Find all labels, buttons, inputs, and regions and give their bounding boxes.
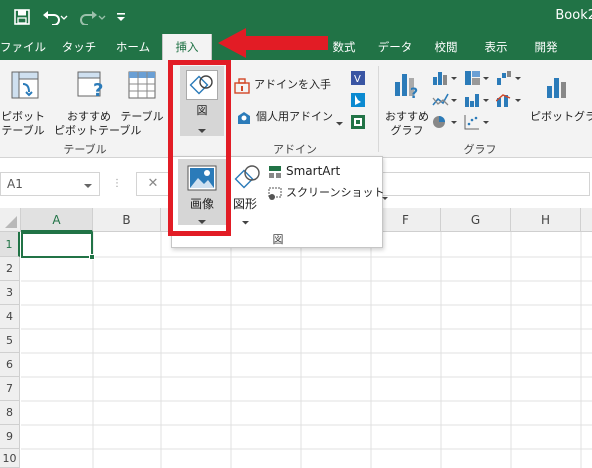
cancel-button[interactable]: ✕: [136, 172, 170, 196]
waterfall-chart-icon[interactable]: [496, 70, 522, 89]
tab-file[interactable]: ファイル: [0, 34, 46, 60]
visio-icon[interactable]: V: [350, 70, 366, 89]
svg-text:?: ?: [410, 86, 418, 100]
smartart-label: SmartArt: [286, 164, 341, 178]
highlight-box: [168, 60, 231, 236]
column-header-h[interactable]: H: [511, 208, 581, 232]
row-header-8[interactable]: 8: [0, 401, 20, 425]
recommended-charts-label: おすすめ グラフ: [385, 110, 429, 137]
row-header-4[interactable]: 4: [0, 305, 20, 329]
my-addins-button[interactable]: 個人用アドイン: [234, 108, 346, 128]
save-icon[interactable]: [12, 7, 32, 27]
smartart-button[interactable]: SmartArt: [268, 163, 378, 181]
cell-gridlines: [21, 232, 592, 468]
shapes-icon: [234, 165, 260, 189]
excel-window: Book2 ファイル タッチ ホーム 挿入 数式 データ 校閲 表示 開発 ピボ…: [0, 0, 592, 468]
row-header-9[interactable]: 9: [0, 425, 20, 449]
tab-formulas[interactable]: 数式: [324, 34, 364, 60]
chevron-down-icon: [336, 116, 343, 129]
red-arrow-icon: [218, 28, 328, 58]
pivot-table-button[interactable]: ピボット テーブル: [1, 66, 45, 138]
row-header-2[interactable]: 2: [0, 257, 20, 281]
tab-insert[interactable]: 挿入: [162, 34, 212, 60]
pivot-chart-label: ピボットグラフ: [530, 110, 592, 123]
column-chart-icon[interactable]: [432, 70, 458, 89]
people-graph-icon[interactable]: [350, 114, 366, 133]
fill-handle[interactable]: [89, 254, 95, 260]
pivot-table-icon: [11, 71, 39, 99]
svg-text:?: ?: [93, 80, 103, 100]
active-cell-a1[interactable]: [21, 232, 93, 258]
recommended-chart-icon: ?: [395, 74, 418, 100]
combo-chart-icon[interactable]: [495, 92, 522, 111]
scatter-chart-icon[interactable]: [464, 114, 490, 133]
row-header-6[interactable]: 6: [0, 353, 20, 377]
splitter-handle[interactable]: ⋮: [112, 174, 122, 194]
chevron-down-icon: [382, 191, 388, 204]
group-divider: [378, 66, 379, 152]
pivot-chart-icon: [547, 78, 566, 98]
select-all-corner[interactable]: [0, 208, 21, 232]
shapes-label: 図形: [232, 197, 257, 211]
row-header-10[interactable]: 10: [0, 449, 20, 468]
column-header-a[interactable]: A: [21, 208, 93, 232]
redo-icon[interactable]: [78, 7, 108, 27]
pivot-table-label: ピボット テーブル: [1, 110, 45, 137]
column-header-overflow: [581, 208, 592, 232]
bing-maps-icon[interactable]: [350, 92, 366, 111]
chevron-down-icon: [242, 215, 249, 228]
statistic-chart-icon[interactable]: [464, 92, 490, 111]
recommended-pivot-button[interactable]: ? おすすめ ピボットテーブル: [54, 66, 141, 138]
smartart-icon: [269, 166, 281, 178]
table-icon: [128, 71, 156, 99]
table-group-label: テーブル: [63, 143, 107, 156]
row-header-3[interactable]: 3: [0, 281, 20, 305]
row-header-5[interactable]: 5: [0, 329, 20, 353]
tab-home[interactable]: ホーム: [110, 34, 156, 60]
store-icon: [234, 78, 250, 94]
column-header-b[interactable]: B: [93, 208, 161, 232]
table-button[interactable]: テーブル: [120, 66, 164, 138]
tab-touch[interactable]: タッチ: [56, 34, 102, 60]
pivot-chart-button[interactable]: ピボットグラフ: [530, 66, 592, 138]
screenshot-icon: [268, 187, 282, 200]
get-addins-label: アドインを入手: [254, 78, 331, 91]
screenshot-label: スクリーンショット: [286, 186, 385, 199]
column-header-g[interactable]: G: [441, 208, 511, 232]
ribbon-insert: ピボット テーブル ? おすすめ ピボットテーブル テーブル テーブル 図 アド…: [0, 60, 592, 158]
row-header-1[interactable]: 1: [0, 232, 20, 257]
addins-group-label: アドイン: [273, 143, 317, 156]
my-addins-icon: [238, 112, 250, 124]
customize-icon[interactable]: [114, 7, 128, 27]
svg-text:V: V: [354, 74, 361, 85]
shapes-button[interactable]: 図形: [230, 163, 266, 225]
undo-icon[interactable]: [40, 7, 70, 27]
pie-chart-icon[interactable]: [432, 114, 458, 133]
recommended-pivot-icon: ?: [77, 71, 103, 100]
table-label: テーブル: [120, 110, 164, 123]
line-chart-icon[interactable]: [432, 92, 458, 111]
get-addins-button[interactable]: アドインを入手: [234, 76, 344, 96]
charts-group-label: グラフ: [463, 143, 497, 156]
tab-view[interactable]: 表示: [476, 34, 516, 60]
hierarchy-chart-icon[interactable]: [464, 70, 490, 89]
tab-review[interactable]: 校閲: [426, 34, 466, 60]
tab-data[interactable]: データ: [372, 34, 418, 60]
tab-developer[interactable]: 開発: [526, 34, 566, 60]
recommended-pivot-label: おすすめ ピボットテーブル: [54, 110, 142, 137]
select-all-icon: [5, 216, 17, 228]
row-header-7[interactable]: 7: [0, 377, 20, 401]
my-addins-label: 個人用アドイン: [256, 110, 333, 123]
workbook-title: Book2: [555, 8, 592, 23]
screenshot-button[interactable]: スクリーンショット: [268, 185, 388, 203]
recommended-charts-button[interactable]: ? おすすめ グラフ: [384, 66, 430, 138]
chevron-down-icon[interactable]: [84, 179, 92, 192]
